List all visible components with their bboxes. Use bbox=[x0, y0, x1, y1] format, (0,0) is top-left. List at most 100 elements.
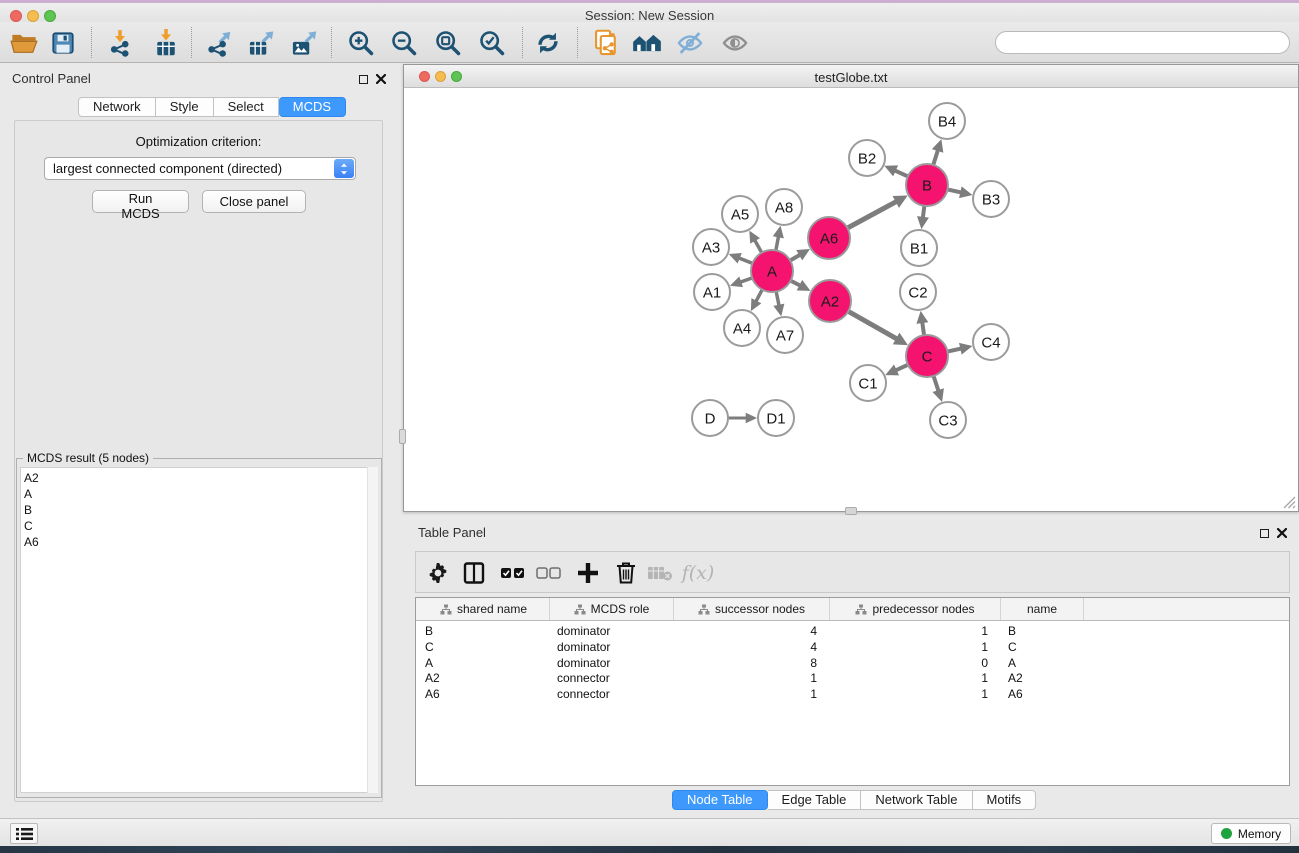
delete-column-button[interactable] bbox=[610, 557, 642, 589]
graph-node-C2[interactable]: C2 bbox=[900, 274, 936, 310]
table-cell[interactable]: dominator bbox=[550, 655, 674, 671]
control-panel-close-button[interactable] bbox=[374, 72, 388, 86]
graph-node-D1[interactable]: D1 bbox=[758, 400, 794, 436]
table-cell[interactable]: A6 bbox=[1001, 686, 1084, 702]
tab-mcds[interactable]: MCDS bbox=[279, 97, 346, 117]
zoom-in-button[interactable] bbox=[343, 26, 379, 60]
graph-node-B1[interactable]: B1 bbox=[901, 230, 937, 266]
tab-select[interactable]: Select bbox=[214, 97, 279, 117]
show-all-button[interactable] bbox=[717, 26, 753, 60]
table-row-A2[interactable]: A2connector11A2 bbox=[416, 670, 1289, 686]
graph-node-A2[interactable]: A2 bbox=[809, 280, 851, 322]
table-panel-close-button[interactable] bbox=[1275, 526, 1289, 540]
table-cell[interactable]: A2 bbox=[418, 670, 550, 686]
table-cell[interactable]: B bbox=[418, 623, 550, 639]
graph-node-A7[interactable]: A7 bbox=[767, 317, 803, 353]
table-cell[interactable]: connector bbox=[550, 686, 674, 702]
table-cell[interactable]: A6 bbox=[418, 686, 550, 702]
close-panel-button[interactable]: Close panel bbox=[202, 190, 306, 213]
table-cell[interactable]: 1 bbox=[674, 686, 830, 702]
graph-node-A6[interactable]: A6 bbox=[808, 217, 850, 259]
column-header-shared-name[interactable]: shared name bbox=[418, 598, 550, 620]
table-cell[interactable]: 4 bbox=[674, 639, 830, 655]
mcds-result-item[interactable]: A6 bbox=[24, 534, 368, 550]
search-input[interactable] bbox=[995, 31, 1290, 54]
export-network-button[interactable] bbox=[200, 26, 236, 60]
tab-network-table[interactable]: Network Table bbox=[861, 790, 972, 810]
mcds-result-item[interactable]: B bbox=[24, 502, 368, 518]
hide-selected-button[interactable] bbox=[672, 26, 708, 60]
select-all-button[interactable] bbox=[497, 557, 529, 589]
tab-edge-table[interactable]: Edge Table bbox=[768, 790, 862, 810]
criterion-dropdown[interactable]: largest connected component (directed) bbox=[44, 157, 356, 180]
network-window-bottom-handle[interactable] bbox=[845, 507, 857, 515]
table-cell[interactable]: connector bbox=[550, 670, 674, 686]
table-row-C[interactable]: Cdominator41C bbox=[416, 639, 1289, 655]
table-row-B[interactable]: Bdominator41B bbox=[416, 623, 1289, 639]
memory-button[interactable]: Memory bbox=[1211, 823, 1291, 844]
graph-node-C3[interactable]: C3 bbox=[930, 402, 966, 438]
copy-network-button[interactable] bbox=[588, 26, 624, 60]
tab-style[interactable]: Style bbox=[156, 97, 214, 117]
zoom-fit-button[interactable] bbox=[430, 26, 466, 60]
resize-grip-icon[interactable] bbox=[1281, 494, 1296, 509]
table-cell[interactable]: C bbox=[418, 639, 550, 655]
graph-node-B4[interactable]: B4 bbox=[929, 103, 965, 139]
table-cell[interactable]: dominator bbox=[550, 639, 674, 655]
table-settings-button[interactable] bbox=[422, 557, 454, 589]
task-history-button[interactable] bbox=[10, 823, 38, 844]
network-window-left-handle[interactable] bbox=[399, 429, 406, 444]
mcds-result-item[interactable]: A2 bbox=[24, 470, 368, 486]
column-header-predecessor-nodes[interactable]: predecessor nodes bbox=[830, 598, 1001, 620]
graph-node-A3[interactable]: A3 bbox=[693, 229, 729, 265]
first-neighbors-button[interactable] bbox=[629, 26, 665, 60]
zoom-out-button[interactable] bbox=[386, 26, 422, 60]
show-columns-button[interactable] bbox=[458, 557, 490, 589]
table-panel-float-button[interactable] bbox=[1257, 526, 1271, 540]
table-cell[interactable]: 8 bbox=[674, 655, 830, 671]
graph-node-C[interactable]: C bbox=[906, 335, 948, 377]
table-cell[interactable]: dominator bbox=[550, 623, 674, 639]
column-header-name[interactable]: name bbox=[1001, 598, 1084, 620]
graph-node-B[interactable]: B bbox=[906, 164, 948, 206]
tab-node-table[interactable]: Node Table bbox=[672, 790, 768, 810]
table-cell[interactable]: 1 bbox=[830, 639, 1001, 655]
tab-motifs[interactable]: Motifs bbox=[973, 790, 1037, 810]
table-cell[interactable]: A bbox=[418, 655, 550, 671]
table-cell[interactable]: A2 bbox=[1001, 670, 1084, 686]
mcds-result-scrollbar[interactable] bbox=[367, 467, 378, 793]
refresh-button[interactable] bbox=[530, 26, 566, 60]
table-cell[interactable]: 1 bbox=[830, 623, 1001, 639]
column-header-successor-nodes[interactable]: successor nodes bbox=[674, 598, 830, 620]
open-session-button[interactable] bbox=[6, 26, 42, 60]
table-row-A[interactable]: Adominator80A bbox=[416, 655, 1289, 671]
import-table-button[interactable] bbox=[148, 26, 184, 60]
graph-node-C4[interactable]: C4 bbox=[973, 324, 1009, 360]
run-mcds-button[interactable]: Run MCDS bbox=[92, 190, 189, 213]
export-table-button[interactable] bbox=[243, 26, 279, 60]
export-image-button[interactable] bbox=[286, 26, 322, 60]
zoom-selected-button[interactable] bbox=[474, 26, 510, 60]
add-column-button[interactable] bbox=[572, 557, 604, 589]
table-cell[interactable]: 1 bbox=[674, 670, 830, 686]
table-cell[interactable]: 1 bbox=[830, 670, 1001, 686]
mcds-result-list[interactable]: A2ABCA6 bbox=[20, 467, 369, 793]
table-cell[interactable]: B bbox=[1001, 623, 1084, 639]
graph-node-A1[interactable]: A1 bbox=[694, 274, 730, 310]
graph-node-A[interactable]: A bbox=[751, 250, 793, 292]
destroy-table-button[interactable] bbox=[644, 557, 676, 589]
table-cell[interactable]: 4 bbox=[674, 623, 830, 639]
control-panel-float-button[interactable] bbox=[356, 72, 370, 86]
table-row-A6[interactable]: A6connector11A6 bbox=[416, 686, 1289, 702]
graph-node-A5[interactable]: A5 bbox=[722, 196, 758, 232]
table-cell[interactable]: 1 bbox=[830, 686, 1001, 702]
table-cell[interactable]: C bbox=[1001, 639, 1084, 655]
table-cell[interactable]: A bbox=[1001, 655, 1084, 671]
network-canvas[interactable]: AA1A2A3A4A5A6A7A8BB1B2B3B4CC1C2C3C4DD1 bbox=[404, 88, 1298, 511]
mcds-result-item[interactable]: C bbox=[24, 518, 368, 534]
graph-node-A4[interactable]: A4 bbox=[724, 310, 760, 346]
deselect-all-button[interactable] bbox=[533, 557, 565, 589]
mcds-result-item[interactable]: A bbox=[24, 486, 368, 502]
function-builder-button[interactable]: f(x) bbox=[678, 557, 718, 589]
column-header-MCDS-role[interactable]: MCDS role bbox=[550, 598, 674, 620]
